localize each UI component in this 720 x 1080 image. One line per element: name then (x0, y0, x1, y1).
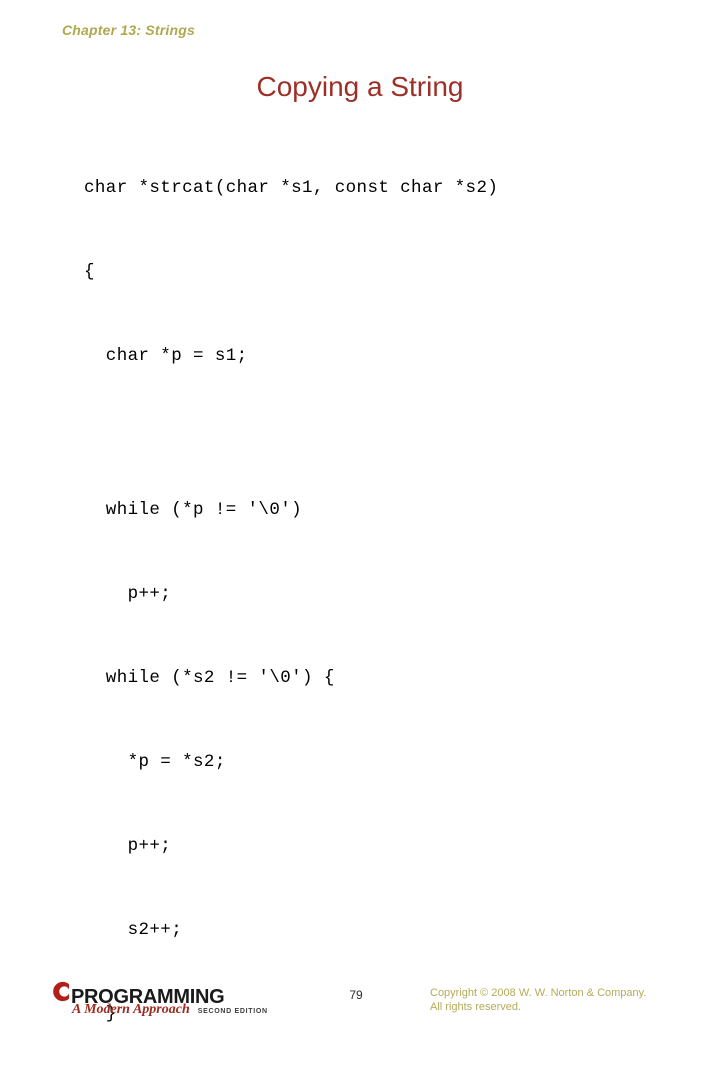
page-number: 79 (349, 988, 363, 1002)
code-line: p++; (84, 836, 172, 856)
chapter-header: Chapter 13: Strings (62, 22, 195, 38)
logo-tagline: A Modern Approach (72, 1002, 190, 1017)
code-line: char *p = s1; (84, 346, 248, 366)
copyright-notice: Copyright © 2008 W. W. Norton & Company.… (430, 986, 646, 1014)
copyright-line-1: Copyright © 2008 W. W. Norton & Company. (430, 987, 647, 999)
code-line: *p = *s2; (84, 752, 226, 772)
slide-footer: PROGRAMMING A Modern Approach Second Edi… (0, 482, 720, 1017)
code-line: s2++; (84, 920, 183, 940)
slide-canvas: Chapter 13: Strings Copying a String cha… (0, 0, 720, 1024)
code-line: { (84, 262, 95, 282)
logo-secondary-row: A Modern Approach Second Edition (72, 1002, 268, 1018)
code-block: char *strcat(char *s1, const char *s2) {… (84, 118, 498, 1080)
logo-edition: Second Edition (197, 1008, 268, 1015)
letter-c-icon (48, 980, 70, 1003)
code-line: p++; (84, 584, 172, 604)
book-logo: PROGRAMMING A Modern Approach Second Edi… (48, 980, 280, 1018)
copyright-line-2: All rights reserved. (430, 1001, 522, 1013)
code-line: char *strcat(char *s1, const char *s2) (84, 178, 499, 198)
code-line: while (*s2 != '\0') { (84, 668, 335, 688)
slide-title: Copying a String (256, 71, 464, 102)
